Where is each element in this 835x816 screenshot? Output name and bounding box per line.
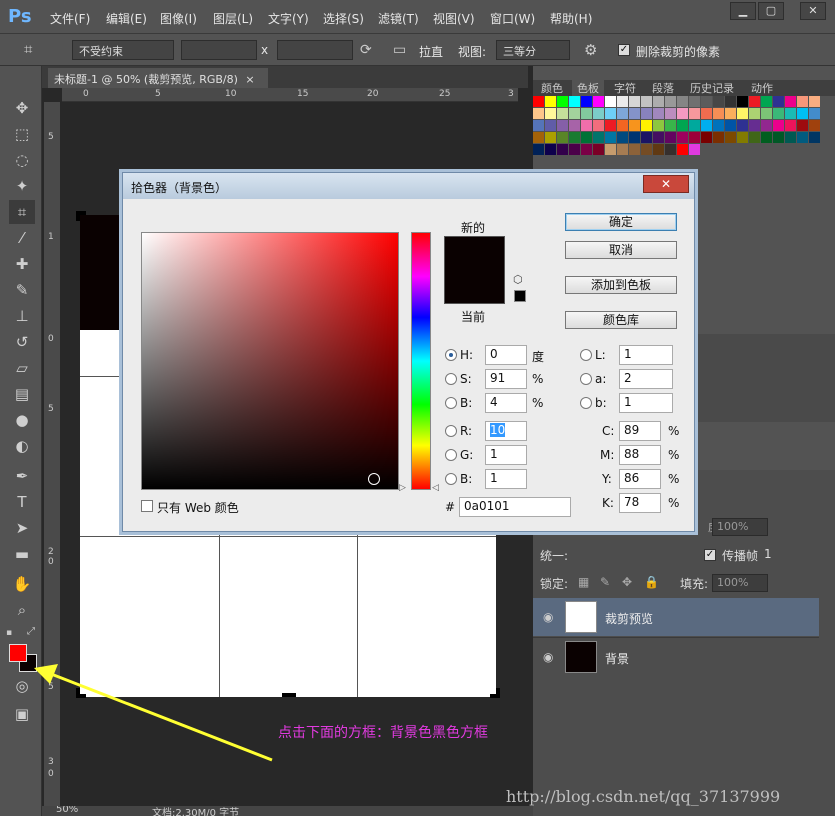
- annotation-text: 点击下面的方框：背景色黑色方框: [278, 725, 488, 741]
- annotation-arrow: [34, 664, 273, 762]
- watermark: http://blog.csdn.net/qq_37137999: [506, 787, 781, 806]
- arrow-line: [45, 670, 273, 762]
